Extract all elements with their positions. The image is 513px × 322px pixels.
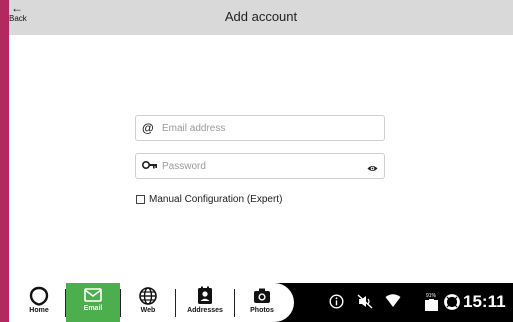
tab-web[interactable]: Web: [121, 283, 175, 322]
mute-icon: [357, 294, 373, 309]
mail-icon: [84, 288, 102, 302]
manual-config-option[interactable]: Manual Configuration (Expert): [136, 192, 282, 206]
home-icon: [29, 286, 49, 306]
bottom-bar: Home Email Web Addresses Photos 91% 15:1…: [9, 283, 513, 322]
battery-icon: [425, 299, 438, 311]
manual-config-checkbox[interactable]: [136, 194, 145, 204]
contacts-icon: [198, 286, 212, 304]
key-icon: [141, 159, 158, 173]
clock: 15:11: [463, 292, 506, 311]
nav-tabs: Home Email Web Addresses Photos: [9, 283, 294, 322]
password-input[interactable]: [162, 158, 362, 175]
lifebuoy-icon[interactable]: [444, 294, 460, 310]
eye-icon[interactable]: [367, 161, 378, 172]
email-field[interactable]: @: [135, 115, 385, 141]
tab-addresses[interactable]: Addresses: [176, 283, 234, 322]
tab-email[interactable]: Email: [66, 283, 120, 322]
camera-icon: [254, 288, 270, 303]
tab-web-label: Web: [140, 307, 156, 314]
tab-addresses-label: Addresses: [187, 307, 223, 314]
globe-icon: [139, 287, 157, 305]
email-input[interactable]: [162, 120, 362, 137]
tab-photos[interactable]: Photos: [235, 283, 289, 322]
info-icon[interactable]: [329, 294, 344, 309]
add-account-form: @ Manual Configuration (Expert): [9, 35, 513, 283]
manual-config-label: Manual Configuration (Expert): [149, 193, 283, 205]
wifi-icon: [385, 294, 401, 307]
tab-email-label: Email: [83, 305, 103, 312]
password-field[interactable]: [135, 153, 385, 179]
tab-home-label: Home: [29, 307, 49, 314]
page-title: Add account: [224, 9, 298, 24]
at-icon: @: [142, 121, 154, 135]
accent-stripe: [0, 0, 9, 322]
top-bar: ← Back Add account: [9, 0, 513, 35]
tab-home[interactable]: Home: [13, 283, 65, 322]
status-bar: 91% 15:11: [323, 283, 513, 322]
tab-photos-label: Photos: [250, 307, 274, 314]
